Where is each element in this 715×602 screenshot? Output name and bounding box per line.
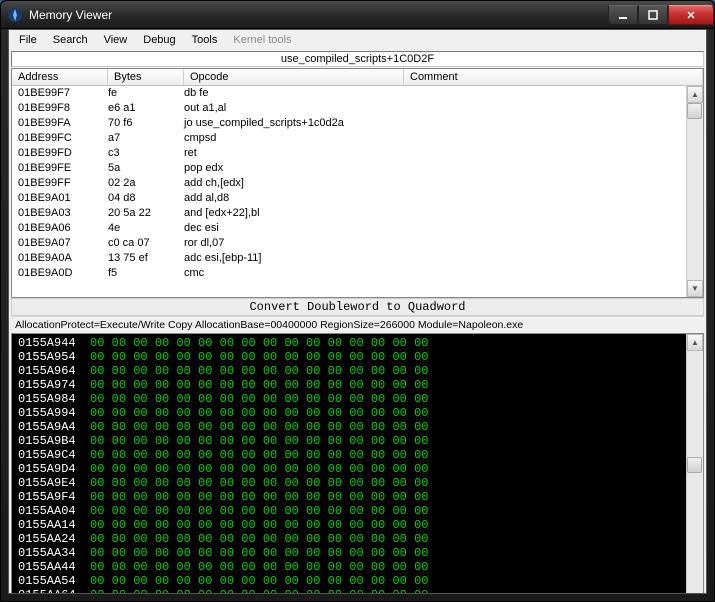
hexdump-panel: 0155A944 00 00 00 00 00 00 00 00 00 00 0… [11,333,704,594]
menu-debug[interactable]: Debug [137,32,181,48]
disasm-row[interactable]: 01BE99F7fedb fe [12,86,686,101]
disasm-row[interactable]: 01BE99FF02 2aadd ch,[edx] [12,176,686,191]
scroll-up-icon[interactable]: ▲ [687,86,703,103]
titlebar[interactable]: Memory Viewer [1,1,714,29]
disasm-row[interactable]: 01BE99FE5apop edx [12,161,686,176]
disasm-header: Address Bytes Opcode Comment [12,69,703,86]
disasm-row[interactable]: 01BE9A07c0 ca 07ror dl,07 [12,236,686,251]
scroll-up-icon[interactable]: ▲ [687,334,703,351]
window-buttons [608,5,714,25]
memory-viewer-window: Memory Viewer File Search View Debug Too… [0,0,715,602]
hex-scrollbar[interactable]: ▲ ▼ [686,334,703,594]
minimize-button[interactable] [608,5,638,25]
client-area: File Search View Debug Tools Kernel tool… [8,29,707,594]
window-title: Memory Viewer [29,8,608,22]
hexdump-body[interactable]: 0155A944 00 00 00 00 00 00 00 00 00 00 0… [12,334,686,594]
disasm-row[interactable]: 01BE99FA70 f6jo use_compiled_scripts+1c0… [12,116,686,131]
col-bytes[interactable]: Bytes [108,69,184,85]
disasm-scrollbar[interactable]: ▲ ▼ [686,86,703,297]
close-button[interactable] [668,5,714,25]
maximize-button[interactable] [638,5,668,25]
disassembler-panel: Address Bytes Opcode Comment 01BE99F7fed… [11,68,704,298]
menu-tools[interactable]: Tools [186,32,224,48]
allocation-info: AllocationProtect=Execute/Write Copy All… [11,316,704,333]
disasm-row[interactable]: 01BE9A064edec esi [12,221,686,236]
menu-view[interactable]: View [98,32,134,48]
col-address[interactable]: Address [12,69,108,85]
menu-search[interactable]: Search [47,32,94,48]
disasm-row[interactable]: 01BE99F8e6 a1out a1,al [12,101,686,116]
menu-file[interactable]: File [13,32,43,48]
menu-kernel-tools[interactable]: Kernel tools [227,32,297,48]
disasm-list[interactable]: 01BE99F7fedb fe01BE99F8e6 a1out a1,al01B… [12,86,686,297]
disasm-row[interactable]: 01BE99FDc3ret [12,146,686,161]
disasm-row[interactable]: 01BE9A0104 d8add al,d8 [12,191,686,206]
menubar: File Search View Debug Tools Kernel tool… [9,30,706,50]
instruction-description: Convert Doubleword to Quadword [11,298,704,316]
location-label: use_compiled_scripts+1C0D2F [11,51,704,67]
disasm-row[interactable]: 01BE9A0320 5a 22and [edx+22],bl [12,206,686,221]
app-icon [7,7,23,23]
disasm-row[interactable]: 01BE9A0A13 75 efadc esi,[ebp-11] [12,251,686,266]
col-opcode[interactable]: Opcode [184,69,404,85]
scroll-down-icon[interactable]: ▼ [687,280,703,297]
disasm-row[interactable]: 01BE99FCa7cmpsd [12,131,686,146]
disasm-row[interactable]: 01BE9A0Df5cmc [12,266,686,281]
col-comment[interactable]: Comment [404,69,703,85]
